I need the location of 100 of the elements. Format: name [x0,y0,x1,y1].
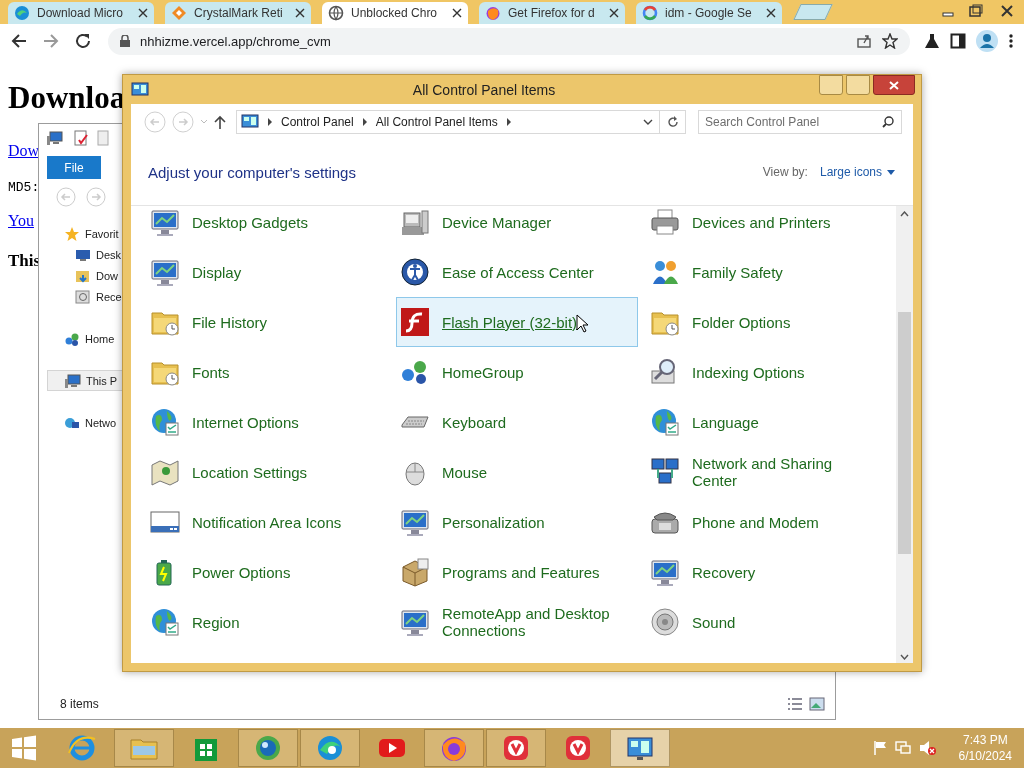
side-panel-icon[interactable] [950,33,966,49]
settings-item[interactable]: Sound [646,597,888,647]
flash-icon [400,307,430,337]
up-arrow-icon[interactable] [214,115,226,129]
settings-item[interactable]: Mouse [396,447,638,497]
taskbar-button[interactable] [300,729,360,767]
taskbar-button[interactable] [486,729,546,767]
settings-item[interactable]: Network and Sharing Center [646,447,888,497]
forward-icon[interactable] [42,32,60,50]
taskbar-button[interactable] [610,729,670,767]
close-icon[interactable] [452,8,462,18]
settings-item[interactable]: Fonts [146,347,388,397]
settings-item[interactable]: Indexing Options [646,347,888,397]
chevron-right-icon [361,118,368,126]
flag-icon[interactable] [872,740,887,756]
computer-icon [400,207,430,237]
settings-item[interactable]: Recovery [646,547,888,597]
chevron-down-icon[interactable] [643,119,653,125]
settings-item[interactable]: Internet Options [146,397,388,447]
settings-item[interactable]: Display [146,247,388,297]
settings-item[interactable]: Power Options [146,547,388,597]
start-icon [9,733,39,763]
settings-item[interactable]: Language [646,397,888,447]
cursor-icon [576,314,589,333]
view-by-dropdown[interactable]: Large icons [819,165,895,179]
settings-item[interactable]: Ease of Access Center [396,247,638,297]
settings-item[interactable]: Folder Options [646,297,888,347]
v-icon [563,733,593,763]
dial-icon [400,257,430,287]
settings-item[interactable]: RemoteApp and Desktop Connections [396,597,638,647]
muted-speaker-icon[interactable] [918,740,937,756]
browser-tab[interactable]: Unblocked Chro [322,2,468,24]
browser-tab[interactable]: CrystalMark Reti [165,2,311,24]
settings-item[interactable]: File History [146,297,388,347]
close-button[interactable] [873,75,915,95]
file-tab[interactable]: File [47,156,101,179]
settings-item[interactable]: Flash Player (32-bit) [396,297,638,347]
restore-icon[interactable] [966,3,986,19]
monitor-icon [400,507,430,537]
browser-tab[interactable]: idm - Google Se [636,2,782,24]
text-link[interactable]: You [8,212,34,229]
breadcrumb-link[interactable]: All Control Panel Items [375,115,498,129]
globe-icon [650,407,680,437]
reload-icon[interactable] [74,32,92,50]
monitor-icon [150,257,180,287]
breadcrumb-link[interactable]: Control Panel [281,115,354,129]
close-icon[interactable] [138,8,148,18]
refresh-button[interactable] [660,110,686,134]
share-icon[interactable] [856,33,872,49]
profile-icon[interactable] [976,30,998,52]
nav-item[interactable]: Desk [39,244,122,265]
minimize-button[interactable] [819,75,843,95]
settings-item[interactable]: Phone and Modem [646,497,888,547]
settings-item[interactable]: HomeGroup [396,347,638,397]
address-bar[interactable]: nhhizme.vercel.app/chrome_cvm [108,27,910,55]
settings-item[interactable]: Desktop Gadgets [146,206,388,247]
settings-item[interactable]: Personalization [396,497,638,547]
settings-item[interactable]: Programs and Features [396,547,638,597]
star-icon [64,225,80,242]
back-icon[interactable] [10,32,28,50]
details-view-icon[interactable] [787,697,803,711]
settings-item[interactable]: Location Settings [146,447,388,497]
document-icon[interactable] [73,130,89,146]
flame-icon [485,5,501,21]
browser-tab[interactable]: Download Micro [8,2,154,24]
nav-item[interactable]: Rece [39,286,122,307]
settings-item[interactable]: Family Safety [646,247,888,297]
nav-item[interactable]: This P [47,370,122,391]
printer-icon [650,207,680,237]
scrollbar[interactable] [896,206,913,663]
globe-icon [150,407,180,437]
map-icon [150,457,180,487]
download-link[interactable]: Dow [8,142,40,159]
browser-tab[interactable]: Get Firefox for d [479,2,625,24]
nav-item[interactable]: Dow [39,265,118,286]
maximize-button[interactable] [846,75,870,95]
taskbar-button[interactable] [238,729,298,767]
nav-item[interactable]: Netwo [39,412,117,433]
flask-icon[interactable] [924,33,940,49]
close-icon[interactable] [609,8,619,18]
page-heading: Adjust your computer's settings [148,163,357,181]
settings-item[interactable]: Region [146,597,388,647]
refresh-icon [666,116,679,128]
nav-item[interactable]: Home [39,328,115,349]
clock-icon [75,288,91,305]
network-icon [650,457,680,487]
globe-icon [253,733,283,763]
monitor-icon [650,557,680,587]
nav-item[interactable]: Favorit [39,223,119,244]
close-icon[interactable] [766,8,776,18]
settings-item[interactable]: Keyboard [396,397,638,447]
settings-item[interactable]: Device Manager [396,206,638,247]
close-icon[interactable] [295,8,305,18]
search-field[interactable]: Search Control Panel [698,110,902,134]
address-bar[interactable]: Control Panel All Control Panel Items [236,110,660,134]
star-icon[interactable] [882,33,898,49]
taskbar-button[interactable] [424,729,484,767]
settings-item[interactable]: Notification Area Icons [146,497,388,547]
settings-item[interactable]: Devices and Printers [646,206,888,247]
menu-icon[interactable] [1008,33,1014,49]
